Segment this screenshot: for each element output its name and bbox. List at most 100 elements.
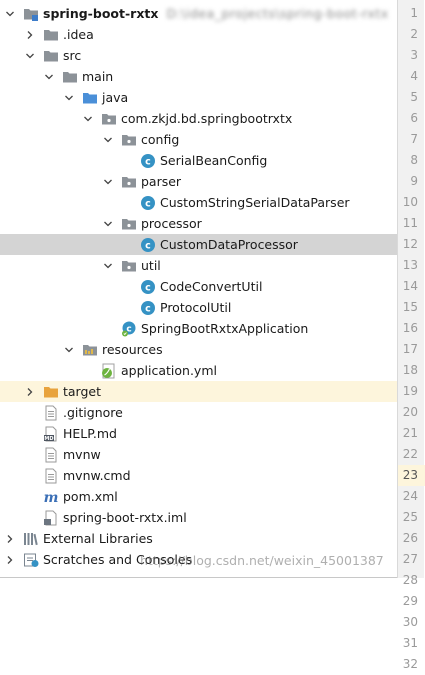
line-number: 17 xyxy=(402,342,418,356)
tree-row-resources[interactable]: resources xyxy=(0,339,397,360)
tree-row-label: java xyxy=(102,90,129,105)
line-number: 31 xyxy=(402,636,418,650)
line-number: 8 xyxy=(410,153,418,167)
tree-row-app_yml[interactable]: application.yml xyxy=(0,360,397,381)
tree-row-label: mvnw.cmd xyxy=(63,468,131,483)
tree-row-label: .idea xyxy=(63,27,94,42)
svg-text:c: c xyxy=(145,198,151,209)
line-number: 1 xyxy=(410,6,418,20)
tree-row-label: spring-boot-rxtx.iml xyxy=(63,510,187,525)
project-tool-window: spring-boot-rxtx D:\idea_projects\spring-… xyxy=(0,0,425,671)
tree-row-label: CustomDataProcessor xyxy=(160,237,298,252)
spring-boot-class-icon: c xyxy=(121,321,137,337)
chevron-right-icon[interactable] xyxy=(25,387,35,397)
line-number: 24 xyxy=(402,489,418,503)
chevron-down-icon[interactable] xyxy=(83,114,93,124)
tree-row-help_md[interactable]: MD HELP.md xyxy=(0,423,397,444)
tree-row-label: resources xyxy=(102,342,163,357)
source-folder-icon xyxy=(82,90,98,106)
tree-row-target[interactable]: target xyxy=(0,381,397,402)
tree-row-label: CustomStringSerialDataParser xyxy=(160,195,350,210)
line-number: 14 xyxy=(402,279,418,293)
line-number: 21 xyxy=(402,426,418,440)
tree-row-mvnw_cmd[interactable]: mvnw.cmd xyxy=(0,465,397,486)
tree-row-java[interactable]: java xyxy=(0,87,397,108)
package-icon xyxy=(101,111,117,127)
chevron-right-icon[interactable] xyxy=(5,534,15,544)
line-number: 6 xyxy=(410,111,418,125)
iml-file-icon xyxy=(43,510,59,526)
tree-row-code_convert_util[interactable]: c CodeConvertUtil xyxy=(0,276,397,297)
tree-row-label: HELP.md xyxy=(63,426,117,441)
chevron-right-icon[interactable] xyxy=(25,30,35,40)
tree-row-iml[interactable]: spring-boot-rxtx.iml xyxy=(0,507,397,528)
tree-row-processor[interactable]: processor xyxy=(0,213,397,234)
tree-row-label: Scratches and Consoles xyxy=(43,552,193,567)
tree-row-scratches[interactable]: Scratches and Consoles xyxy=(0,549,397,570)
line-number: 3 xyxy=(410,48,418,62)
tree-row-app[interactable]: c SpringBootRxtxApplication xyxy=(0,318,397,339)
tree-row-idea[interactable]: .idea xyxy=(0,24,397,45)
line-number: 19 xyxy=(402,384,418,398)
chevron-down-icon[interactable] xyxy=(5,9,15,19)
line-number: 12 xyxy=(402,237,418,251)
chevron-right-icon[interactable] xyxy=(5,555,15,565)
line-number: 4 xyxy=(410,69,418,83)
tree-row-label: parser xyxy=(141,174,182,189)
tree-row-label: mvnw xyxy=(63,447,101,462)
tree-row-ext_libs[interactable]: External Libraries xyxy=(0,528,397,549)
tree-row-label: spring-boot-rxtx xyxy=(43,6,159,21)
scratches-icon xyxy=(23,552,39,568)
tree-row-root[interactable]: spring-boot-rxtx D:\idea_projects\spring-… xyxy=(0,3,397,24)
tree-row-label: ProtocolUtil xyxy=(160,300,232,315)
tree-row-pom[interactable]: m pom.xml xyxy=(0,486,397,507)
line-number: 25 xyxy=(402,510,418,524)
tree-row-util[interactable]: util xyxy=(0,255,397,276)
tree-row-mvnw[interactable]: mvnw xyxy=(0,444,397,465)
tree-row-label: External Libraries xyxy=(43,531,153,546)
line-number: 5 xyxy=(410,90,418,104)
tree-row-label: .gitignore xyxy=(63,405,123,420)
tree-row-src[interactable]: src xyxy=(0,45,397,66)
text-file-icon xyxy=(43,468,59,484)
line-number: 29 xyxy=(402,594,418,608)
tree-row-parser[interactable]: parser xyxy=(0,171,397,192)
chevron-down-icon[interactable] xyxy=(64,345,74,355)
line-number: 15 xyxy=(402,300,418,314)
line-number: 26 xyxy=(402,531,418,545)
tree-row-gitignore[interactable]: .gitignore xyxy=(0,402,397,423)
line-number: 10 xyxy=(402,195,418,209)
java-class-icon: c xyxy=(140,153,156,169)
line-number: 27 xyxy=(402,552,418,566)
folder-icon xyxy=(43,27,59,43)
chevron-down-icon[interactable] xyxy=(25,51,35,61)
tree-row-label: src xyxy=(63,48,82,63)
tree-row-custom_data_processor[interactable]: c CustomDataProcessor xyxy=(0,234,397,255)
project-tree: spring-boot-rxtx D:\idea_projects\spring-… xyxy=(0,0,397,579)
chevron-down-icon[interactable] xyxy=(64,93,74,103)
line-number: 32 xyxy=(402,657,418,671)
line-number: 18 xyxy=(402,363,418,377)
chevron-down-icon[interactable] xyxy=(44,72,54,82)
package-icon xyxy=(121,132,137,148)
chevron-down-icon[interactable] xyxy=(103,135,113,145)
line-number: 22 xyxy=(402,447,418,461)
chevron-down-icon[interactable] xyxy=(103,177,113,187)
tree-row-config[interactable]: config xyxy=(0,129,397,150)
folder-icon xyxy=(62,69,78,85)
tree-row-label: com.zkjd.bd.springbootrxtx xyxy=(121,111,293,126)
tree-row-label: processor xyxy=(141,216,202,231)
tree-row-pkg[interactable]: com.zkjd.bd.springbootrxtx xyxy=(0,108,397,129)
svg-text:c: c xyxy=(145,303,151,314)
tree-row-label: SpringBootRxtxApplication xyxy=(141,321,309,336)
tree-row-serial_bean_config[interactable]: c SerialBeanConfig xyxy=(0,150,397,171)
tree-row-label: config xyxy=(141,132,180,147)
tree-row-label: pom.xml xyxy=(63,489,118,504)
chevron-down-icon[interactable] xyxy=(103,219,113,229)
line-number: 30 xyxy=(402,615,418,629)
tree-row-protocol_util[interactable]: c ProtocolUtil xyxy=(0,297,397,318)
line-number: 20 xyxy=(402,405,418,419)
tree-row-custom_string_parser[interactable]: c CustomStringSerialDataParser xyxy=(0,192,397,213)
chevron-down-icon[interactable] xyxy=(103,261,113,271)
tree-row-main[interactable]: main xyxy=(0,66,397,87)
